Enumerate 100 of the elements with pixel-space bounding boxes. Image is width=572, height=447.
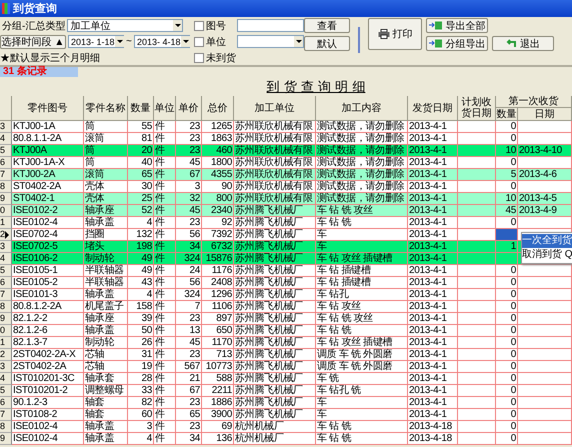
table-cell: 2013-4-1 (408, 145, 458, 157)
row-number: 2 (0, 349, 6, 360)
table-cell: 10 (496, 193, 518, 205)
row-header[interactable]: 0 (0, 325, 12, 337)
checkbox[interactable] (194, 20, 204, 30)
row-number: 8 (0, 421, 6, 432)
row-header[interactable]: 5 (0, 145, 12, 157)
row-header[interactable]: 8 (0, 181, 12, 193)
table-cell: 13 (176, 325, 202, 337)
row-header[interactable]: 7 (0, 289, 12, 301)
table-cell: 25 (128, 193, 154, 205)
table-cell: 0 (496, 385, 518, 397)
table-cell: 苏州联欣机械有限 (234, 133, 316, 145)
group-export-button[interactable]: 分组导出 (426, 36, 488, 51)
date-from-select[interactable]: 2013- 1-18 (68, 35, 124, 48)
row-number: 7 (0, 289, 6, 300)
row-header[interactable]: 1 (0, 337, 12, 349)
default-note: ★默认显示三个月明细 (0, 52, 100, 64)
table-cell: 32 (176, 193, 202, 205)
return-arrow-icon (506, 39, 517, 48)
table-cell: 2013-4-9 (518, 205, 572, 217)
table-cell: 2013-4-1 (408, 157, 458, 169)
table-cell: 测试数据，请勿删除 (316, 145, 408, 157)
table-cell: 1 (496, 241, 518, 253)
table-cell: 筒 (84, 157, 128, 169)
row-header[interactable]: 5 (0, 385, 12, 397)
row-header[interactable]: 0 (0, 205, 12, 217)
table-cell: 0 (496, 157, 518, 169)
row-header[interactable]: 3 (0, 241, 12, 253)
table-cell: 2013-4-10 (518, 145, 572, 157)
row-number: 4 (0, 133, 6, 144)
date-to-select[interactable]: 2013- 4-18 (134, 35, 190, 48)
row-header[interactable]: 3 (0, 121, 12, 133)
row-number: 3 (0, 241, 6, 252)
table-cell: 82 (128, 397, 154, 409)
table-cell: KTJ00-1A (12, 121, 84, 133)
row-header[interactable]: 8 (0, 301, 12, 313)
row-header[interactable]: 9 (0, 193, 12, 205)
table-cell: 2013-4-1 (408, 205, 458, 217)
table-cell: 588 (202, 373, 234, 385)
exit-button[interactable]: 退出 (492, 36, 554, 51)
table-cell: ISE0102-4 (12, 421, 84, 433)
table-cell: 件 (154, 253, 176, 265)
table-cell: 23 (176, 121, 202, 133)
view-button[interactable]: 查看 (304, 18, 350, 33)
table-cell: 3900 (202, 409, 234, 421)
table-cell: 2408 (202, 277, 234, 289)
export-icon (428, 21, 442, 30)
print-button[interactable]: 打印 (368, 18, 422, 50)
group-type-select[interactable]: 加工单位 (67, 19, 184, 32)
row-header[interactable]: 4 (0, 253, 12, 265)
table-cell: 2013-4-6 (518, 169, 572, 181)
row-header[interactable]: 7 (0, 409, 12, 421)
checkbox[interactable] (194, 36, 204, 46)
table-cell: 0 (496, 277, 518, 289)
table-cell: 测试数据，请勿删除 (316, 133, 408, 145)
row-header[interactable]: 8 (0, 421, 12, 433)
row-header[interactable]: 2 (0, 349, 12, 361)
export-all-button[interactable]: 导出全部 (426, 18, 488, 33)
app-icon (2, 3, 10, 14)
row-header[interactable]: 9 (0, 313, 12, 325)
table-cell: 80.8.1.2-2A (12, 301, 84, 313)
row-header[interactable]: 1 (0, 217, 12, 229)
table-cell: 0 (496, 121, 518, 133)
row-header[interactable]: 7 (0, 169, 12, 181)
row-header[interactable]: 6 (0, 277, 12, 289)
row-header[interactable]: 6 (0, 157, 12, 169)
table-cell: 800 (202, 193, 234, 205)
unit-select[interactable] (237, 35, 304, 48)
table-cell: ISE0702-4 (12, 229, 84, 241)
menu-item[interactable]: 一次全到货 (522, 234, 572, 248)
table-cell: 56 (176, 277, 202, 289)
table-cell: 0 (496, 181, 518, 193)
period-button[interactable]: 选择时间段 ▲ (0, 34, 66, 48)
table-cell: IST0108-2 (12, 409, 84, 421)
table-cell: 轴承套 (84, 373, 128, 385)
table-cell: 苏州腾飞机械厂 (234, 313, 316, 325)
row-header[interactable]: 9 (0, 433, 12, 445)
table-cell: 23 (176, 349, 202, 361)
default-button[interactable]: 默认 (304, 36, 350, 51)
row-header[interactable]: 6 (0, 397, 12, 409)
table-cell: 60 (128, 409, 154, 421)
menu-item[interactable]: 取消到货 Q (522, 248, 572, 262)
table-cell: 0 (496, 265, 518, 277)
row-number: 9 (0, 313, 6, 324)
table-cell: 壳体 (84, 181, 128, 193)
table-cell: 2340 (202, 205, 234, 217)
row-header[interactable]: 3 (0, 361, 12, 373)
checkbox[interactable] (194, 52, 204, 62)
row-header[interactable]: 4 (0, 133, 12, 145)
table-cell: 2013-4-1 (408, 349, 458, 361)
export-icon (428, 39, 442, 48)
row-header[interactable]: 5 (0, 265, 12, 277)
row-header[interactable]: 2 (0, 229, 12, 241)
table-cell: 2013-4-1 (408, 193, 458, 205)
table-cell: 苏州联欣机械有限 (234, 145, 316, 157)
row-header[interactable]: 4 (0, 373, 12, 385)
row-number: 6 (0, 397, 6, 408)
part-no-field[interactable] (237, 19, 304, 32)
table-cell: 制动轮 (84, 253, 128, 265)
